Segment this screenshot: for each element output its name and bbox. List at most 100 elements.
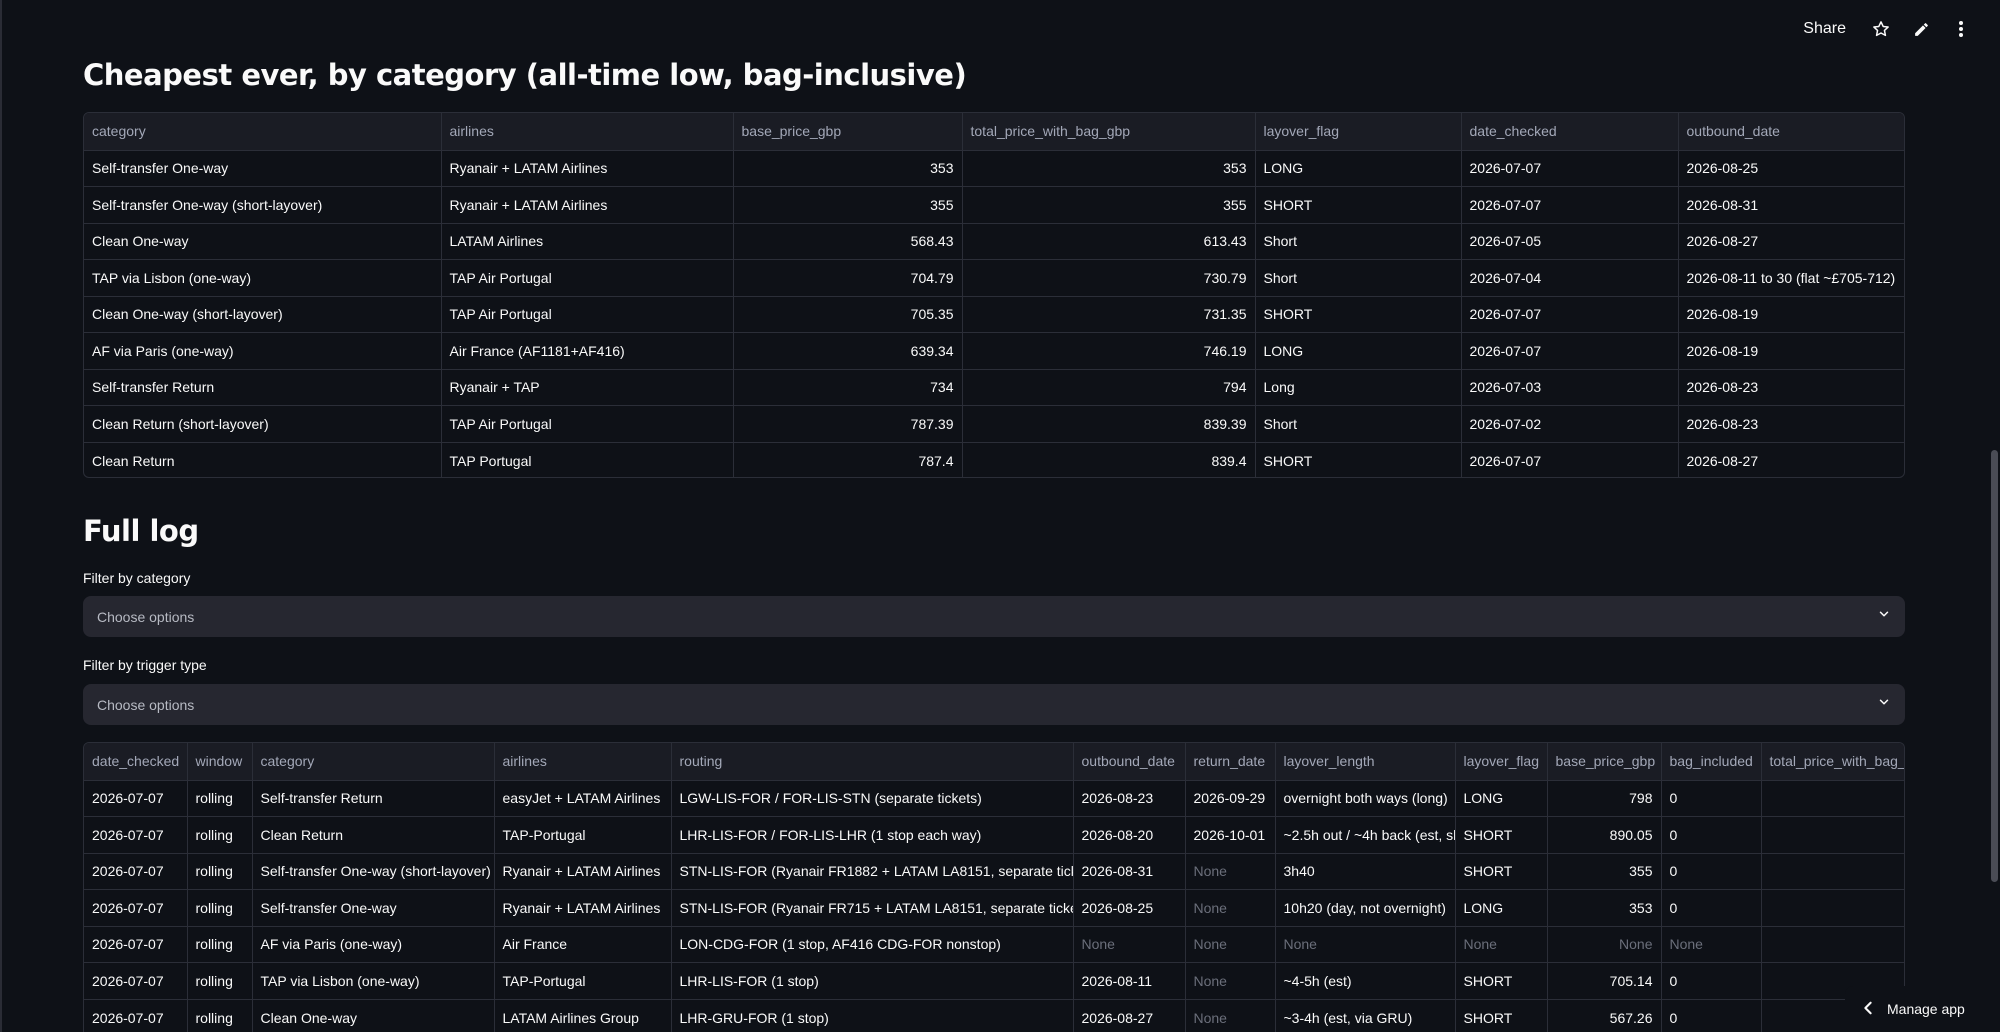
table-cell[interactable]: 0 (1661, 999, 1762, 1032)
log-header-airlines[interactable]: airlines (494, 743, 672, 781)
table-row[interactable]: Self-transfer One-way (short-layover) Rya… (84, 186, 1904, 224)
table-cell[interactable]: Self-transfer One-way (short-layover) (84, 186, 442, 224)
table-cell[interactable]: None (1455, 926, 1548, 963)
table-row[interactable]: Self-transfer Return Ryanair + TAP 734 794 L… (84, 369, 1904, 406)
table-cell[interactable]: Short (1255, 259, 1462, 297)
table-cell[interactable]: 704.79 (733, 259, 963, 297)
table-cell[interactable]: 568.43 (733, 223, 963, 260)
cheapest-header-category[interactable]: category (84, 113, 442, 151)
table-cell[interactable]: 353 (962, 150, 1256, 187)
table-cell[interactable]: 355 (733, 186, 963, 224)
table-row[interactable]: Clean Return (short-layover) TAP Air Port… (84, 405, 1904, 443)
table-cell[interactable]: Ryanair + LATAM Airlines (494, 853, 672, 890)
table-cell[interactable]: Short (1255, 405, 1462, 443)
log-header-return-date[interactable]: return_date (1185, 743, 1276, 781)
table-cell[interactable]: 2026-08-23 (1678, 405, 1904, 443)
log-header-date-checked[interactable]: date_checked (84, 743, 188, 781)
table-cell[interactable]: 2026-08-27 (1073, 999, 1186, 1032)
table-cell[interactable]: 2026-07-07 (1461, 332, 1679, 370)
table-cell[interactable]: None (1185, 889, 1276, 927)
log-header-window[interactable]: window (187, 743, 253, 781)
table-cell[interactable]: 0 (1661, 889, 1762, 927)
table-cell[interactable]: 734 (733, 369, 963, 406)
table-row[interactable]: 2026-07-07 rolling Self-transfer One-way (… (84, 853, 1904, 890)
table-cell[interactable]: Ryanair + TAP (441, 369, 734, 406)
table-cell[interactable]: rolling (187, 999, 253, 1032)
table-cell[interactable]: LONG (1255, 150, 1462, 187)
table-cell[interactable]: LATAM Airlines (441, 223, 734, 260)
table-cell[interactable]: None (1185, 853, 1276, 890)
table-cell[interactable]: 2026-07-07 (84, 962, 188, 1000)
table-cell[interactable]: 2026-07-03 (1461, 369, 1679, 406)
table-cell[interactable]: Clean One-way (252, 999, 495, 1032)
table-cell[interactable]: 2026-08-27 (1678, 442, 1904, 477)
table-cell[interactable]: Self-transfer Return (252, 780, 495, 817)
table-cell[interactable]: 2026-07-07 (84, 853, 188, 890)
full-log-table[interactable]: date_checked window category airlines routin… (83, 742, 1905, 1032)
table-cell[interactable]: N (1761, 926, 1904, 963)
table-cell[interactable]: Air France (494, 926, 672, 963)
table-cell[interactable]: Self-transfer Return (84, 369, 442, 406)
table-cell[interactable]: LONG (1255, 332, 1462, 370)
table-cell[interactable]: TAP Portugal (441, 442, 734, 477)
table-cell[interactable]: None (1547, 926, 1662, 963)
log-header-category[interactable]: category (252, 743, 495, 781)
table-cell[interactable]: easyJet + LATAM Airlines (494, 780, 672, 817)
table-cell[interactable]: rolling (187, 816, 253, 854)
table-cell[interactable]: 353 (1547, 889, 1662, 927)
table-cell[interactable]: 839.39 (962, 405, 1256, 443)
table-cell[interactable]: 798 (1547, 780, 1662, 817)
table-cell[interactable]: TAP Air Portugal (441, 296, 734, 333)
table-cell[interactable]: 353 (733, 150, 963, 187)
table-cell[interactable]: 2026-08-19 (1678, 296, 1904, 333)
table-cell[interactable]: 2026-07-05 (1461, 223, 1679, 260)
table-cell[interactable]: 2026-07-04 (1461, 259, 1679, 297)
table-cell[interactable]: None (1185, 962, 1276, 1000)
table-cell[interactable]: None (1185, 999, 1276, 1032)
cheapest-header-total-price-with-bag-gbp[interactable]: total_price_with_bag_gbp (962, 113, 1256, 151)
table-row[interactable]: 2026-07-07 rolling Clean One-way LATAM Airl… (84, 999, 1904, 1032)
table-cell[interactable]: 0 (1661, 962, 1762, 1000)
table-cell[interactable]: Ryanair + LATAM Airlines (494, 889, 672, 927)
table-cell[interactable] (1761, 853, 1904, 890)
cheapest-header-outbound-date[interactable]: outbound_date (1678, 113, 1904, 151)
table-cell[interactable]: 839.4 (962, 442, 1256, 477)
cheapest-header-base-price-gbp[interactable]: base_price_gbp (733, 113, 963, 151)
table-cell[interactable]: 2026-09-29 (1185, 780, 1276, 817)
table-row[interactable]: TAP via Lisbon (one-way) TAP Air Portugal… (84, 259, 1904, 297)
table-cell[interactable]: 787.4 (733, 442, 963, 477)
table-cell[interactable]: ~3-4h (est, via GRU) (1275, 999, 1456, 1032)
table-row[interactable]: 2026-07-07 rolling Self-transfer One-way Ry… (84, 889, 1904, 927)
table-cell[interactable]: None (1185, 926, 1276, 963)
table-cell[interactable]: LHR-LIS-FOR / FOR-LIS-LHR (1 stop each w… (671, 816, 1074, 854)
table-cell[interactable]: 2026-07-07 (84, 780, 188, 817)
table-cell[interactable]: rolling (187, 853, 253, 890)
table-cell[interactable]: 2026-07-07 (1461, 150, 1679, 187)
table-cell[interactable]: 0 (1661, 780, 1762, 817)
table-row[interactable]: 2026-07-07 rolling Clean Return TAP-Portuga… (84, 816, 1904, 854)
table-cell[interactable]: 787.39 (733, 405, 963, 443)
table-cell[interactable]: 2026-08-25 (1073, 889, 1186, 927)
table-cell[interactable]: Clean One-way (84, 223, 442, 260)
filter-category-select[interactable]: Choose options (83, 596, 1905, 637)
table-cell[interactable]: STN-LIS-FOR (Ryanair FR1882 + LATAM LA81… (671, 853, 1074, 890)
table-row[interactable]: Clean One-way LATAM Airlines 568.43 613.43 S… (84, 223, 1904, 260)
table-cell[interactable]: SHORT (1455, 816, 1548, 854)
table-cell[interactable]: 2026-08-31 (1678, 186, 1904, 224)
table-cell[interactable]: 2026-07-07 (84, 999, 188, 1032)
table-cell[interactable]: AF via Paris (one-way) (84, 332, 442, 370)
cheapest-header-date-checked[interactable]: date_checked (1461, 113, 1679, 151)
table-cell[interactable]: 705.14 (1547, 962, 1662, 1000)
table-cell[interactable]: 2026-07-07 (84, 889, 188, 927)
table-cell[interactable]: 2026-08-27 (1678, 223, 1904, 260)
table-cell[interactable]: SHORT (1455, 962, 1548, 1000)
table-cell[interactable]: AF via Paris (one-way) (252, 926, 495, 963)
table-cell[interactable] (1761, 780, 1904, 817)
table-cell[interactable]: 613.43 (962, 223, 1256, 260)
table-row[interactable]: Self-transfer One-way Ryanair + LATAM Air… (84, 150, 1904, 187)
table-cell[interactable]: Self-transfer One-way (84, 150, 442, 187)
table-row[interactable]: 2026-07-07 rolling Self-transfer Return eas… (84, 780, 1904, 817)
table-cell[interactable]: Long (1255, 369, 1462, 406)
table-cell[interactable]: Clean Return (252, 816, 495, 854)
table-cell[interactable]: 2026-08-20 (1073, 816, 1186, 854)
